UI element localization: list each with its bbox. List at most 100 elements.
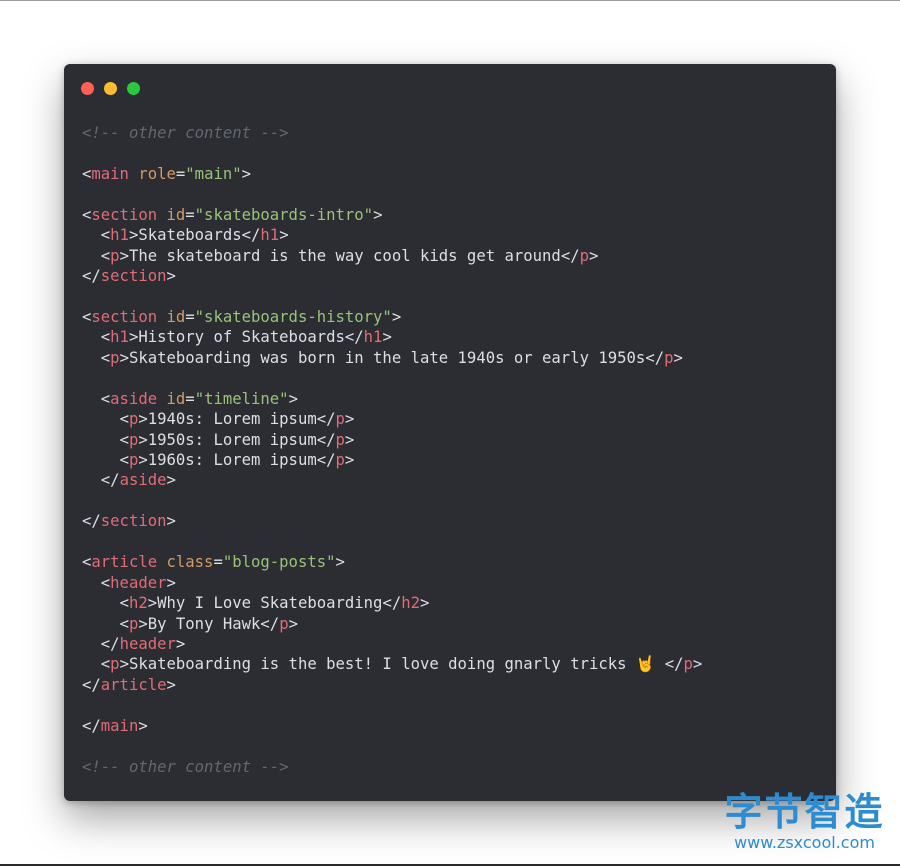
code-token-punct: </	[344, 328, 364, 347]
code-token-string: "main"	[185, 164, 242, 183]
code-line: <p>Skateboarding was born in the late 19…	[82, 348, 702, 368]
code-token-punct: >	[166, 471, 176, 490]
code-token-punct: >	[420, 594, 430, 613]
code-token-punct: >	[166, 675, 176, 694]
code-token-punct: </	[316, 430, 336, 449]
code-token-punct: >	[692, 655, 703, 674]
code-token-tag: h1	[363, 328, 383, 347]
code-token-punct: <	[100, 389, 111, 408]
code-line: <h1>Skateboards</h1>	[82, 225, 702, 245]
code-token-punct: </	[82, 267, 101, 286]
code-token-punct: <	[100, 348, 111, 367]
code-token-punct: >	[138, 430, 148, 449]
code-token-punct: >	[138, 614, 148, 633]
code-line: </section>	[82, 511, 702, 531]
code-token-punct: >	[138, 716, 148, 735]
code-token-tag: h1	[110, 226, 129, 245]
code-token-tag: section	[91, 307, 158, 326]
code-line: <p>Skateboarding is the best! I love doi…	[82, 654, 703, 674]
zoom-dot[interactable]	[127, 82, 140, 95]
code-token-punct: </	[382, 594, 402, 613]
code-line: </header>	[82, 634, 702, 654]
code-line: <h1>History of Skateboards</h1>	[82, 327, 702, 347]
code-token-punct: >	[138, 451, 148, 469]
code-token-string: "timeline"	[194, 389, 289, 408]
code-token-punct: </	[82, 675, 101, 694]
code-token-tag: main	[100, 716, 139, 735]
code-token-punct: </	[260, 614, 280, 633]
minimize-dot[interactable]	[104, 82, 117, 95]
code-line: </main>	[82, 716, 702, 736]
code-token-tag: p	[128, 430, 139, 449]
code-token-attr: id	[166, 389, 186, 408]
code-token-punct: >	[128, 226, 139, 245]
code-line: <h2>Why I Love Skateboarding</h2>	[82, 593, 702, 613]
code-token-emoji: 🤘	[635, 655, 656, 674]
code-line: <article class="blog-posts">	[82, 552, 702, 572]
code-token-punct: >	[147, 594, 158, 613]
code-token-text: Skateboards	[138, 226, 242, 245]
code-token-punct: <	[119, 614, 129, 633]
code-token-punct: >	[373, 205, 383, 224]
code-token-punct: =	[185, 307, 195, 326]
code-token-text: 1960s: Lorem ipsum	[147, 451, 317, 469]
code-token-punct: <	[100, 573, 111, 592]
code-token-punct: <	[100, 246, 111, 265]
code-line: <p>1960s: Lorem ipsum</p>	[82, 450, 702, 470]
code-token-punct: <	[119, 451, 129, 469]
code-token-tag: aside	[110, 389, 158, 408]
code-token-text: Skateboarding was born in the late 1940s…	[128, 348, 646, 367]
code-token-punct: >	[588, 246, 599, 265]
code-token-punct: >	[391, 307, 402, 326]
code-token-tag: p	[335, 430, 345, 449]
code-token-tag: main	[91, 164, 129, 183]
code-token-punct: >	[119, 655, 129, 674]
code-token-punct: >	[673, 348, 683, 367]
code-token-punct: <	[82, 307, 92, 326]
code-token-punct: </	[82, 716, 101, 735]
code-token-punct: </	[241, 226, 261, 245]
close-dot[interactable]	[81, 82, 94, 95]
code-token-string: "skateboards-intro"	[194, 205, 374, 224]
code-line: <main role="main">	[82, 164, 702, 184]
code-token-punct: </	[664, 655, 684, 674]
code-token-tag: h2	[128, 594, 148, 613]
code-token-tag: p	[110, 246, 120, 265]
code-line: <header>	[82, 573, 702, 593]
code-token-tag: p	[335, 451, 345, 469]
code-token-attr: id	[166, 205, 186, 224]
code-line: <section id="skateboards-history">	[82, 307, 702, 327]
watermark-url: www.zsxcool.com	[734, 833, 875, 852]
code-token-text: Why I Love Skateboarding	[157, 594, 383, 613]
code-token-punct: >	[166, 267, 176, 286]
code-token-punct: <	[82, 164, 92, 183]
code-token-tag: h2	[401, 594, 421, 613]
code-token-punct: >	[175, 634, 186, 653]
code-line: <!-- other content -->	[82, 123, 702, 143]
code-token-tag: article	[91, 553, 158, 572]
code-token-punct: >	[128, 328, 139, 347]
code-line: <p>1940s: Lorem ipsum</p>	[82, 409, 702, 429]
code-token-tag: section	[91, 205, 158, 224]
code-token-punct: <	[100, 226, 111, 245]
code-token-tag: h1	[110, 328, 129, 347]
code-token-punct: <	[119, 430, 129, 449]
code-token-tag: p	[110, 348, 120, 367]
code-token-punct: >	[119, 348, 129, 367]
window-controls	[81, 82, 140, 95]
code-token-attr: role	[138, 164, 176, 183]
code-token-punct: >	[288, 389, 298, 408]
